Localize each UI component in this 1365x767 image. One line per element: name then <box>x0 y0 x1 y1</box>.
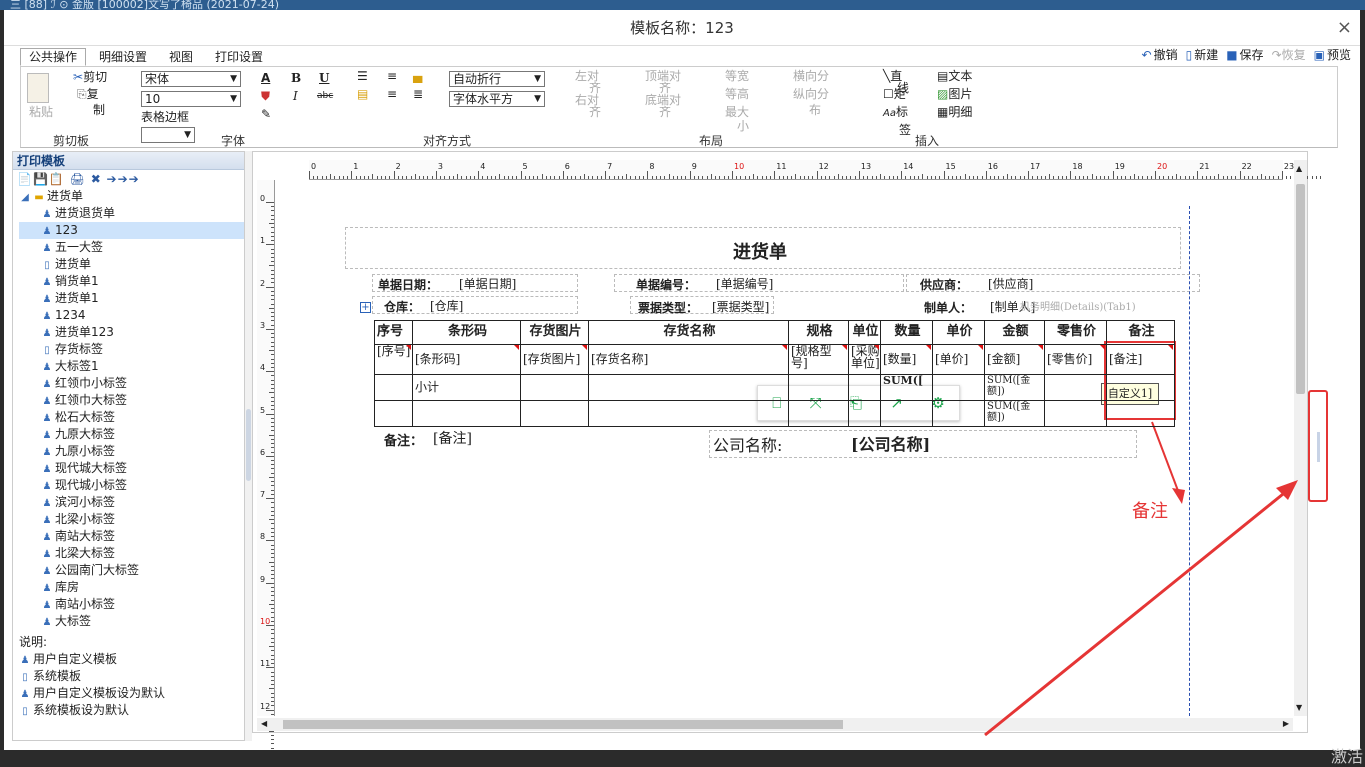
total-cell[interactable] <box>520 400 589 427</box>
table-header-cell-text: 存货图片 <box>529 324 582 339</box>
arrow-to-tab <box>984 488 1289 737</box>
table-header-cell[interactable]: 金额 <box>984 320 1045 345</box>
table-data-cell-text: [条形码] <box>415 352 461 366</box>
subtotal-cell-text: SUM([ <box>883 374 924 387</box>
subtotal-cell-text: 小计 <box>415 380 440 394</box>
subtotal-cell[interactable] <box>932 374 985 401</box>
table-data-cell-text: [备注] <box>1109 352 1143 366</box>
subtotal-cell[interactable] <box>1106 374 1175 401</box>
table-header-cell-text: 备注 <box>1128 324 1155 339</box>
subtotal-cell[interactable] <box>1044 374 1107 401</box>
field-marker <box>1168 345 1173 350</box>
arrow-to-label <box>1151 421 1181 497</box>
total-cell[interactable] <box>880 400 933 427</box>
table-header-cell[interactable]: 单位 <box>848 320 881 345</box>
table-header-cell[interactable]: 存货名称 <box>588 320 789 345</box>
field-marker <box>874 345 879 350</box>
table-data-cell[interactable]: [金额] <box>984 344 1045 375</box>
table-data-cell-text: [存货图片] <box>523 352 581 366</box>
subtotal-cell[interactable] <box>788 374 849 401</box>
table-header-cell-text: 单位 <box>852 324 879 339</box>
table-header-cell-text: 数量 <box>894 324 921 339</box>
arrowhead <box>1172 488 1185 504</box>
subtotal-cell[interactable] <box>374 374 413 401</box>
subtotal-cell[interactable]: SUM([金额]) <box>984 374 1045 401</box>
table-data-cell[interactable]: [备注] <box>1106 344 1175 375</box>
subtotal-cell[interactable]: 小计 <box>412 374 521 401</box>
table-data-cell[interactable]: [零售价] <box>1044 344 1107 375</box>
total-cell-text: SUM([金额]) <box>987 401 1031 423</box>
total-cell[interactable] <box>374 400 413 427</box>
right-side-collapse-tab[interactable] <box>1308 390 1328 502</box>
table-data-cell-text: [存货名称] <box>591 352 649 366</box>
table-header-cell-text: 零售价 <box>1056 324 1096 339</box>
field-marker <box>782 345 787 350</box>
field-marker <box>978 345 983 350</box>
table-data-cell[interactable]: [规格型号] <box>788 344 849 375</box>
field-marker <box>514 345 519 350</box>
total-cell[interactable] <box>1106 400 1175 427</box>
field-marker <box>582 345 587 350</box>
field-marker <box>406 345 411 350</box>
subtotal-cell[interactable]: SUM([ <box>880 374 933 401</box>
table-data-cell-text: [数量] <box>883 352 917 366</box>
field-marker <box>842 345 847 350</box>
table-data-cell[interactable]: [存货图片] <box>520 344 589 375</box>
table-header-cell[interactable]: 序号 <box>374 320 413 345</box>
table-data-cell-text: [零售价] <box>1047 352 1093 366</box>
total-cell[interactable] <box>412 400 521 427</box>
total-cell[interactable] <box>932 400 985 427</box>
subtotal-cell-text: SUM([金额]) <box>987 375 1031 397</box>
table-header-cell-text: 单价 <box>946 324 973 339</box>
table-data-cell[interactable]: [条形码] <box>412 344 521 375</box>
table-header-cell[interactable]: 备注 <box>1106 320 1175 345</box>
table-header-cell-text: 存货名称 <box>663 324 716 339</box>
table-data-cell-text: [单价] <box>935 352 969 366</box>
table-data-cell-text: [金额] <box>987 352 1021 366</box>
table-data-cell[interactable]: [存货名称] <box>588 344 789 375</box>
subtotal-cell[interactable] <box>848 374 881 401</box>
grip-icon <box>1317 432 1320 462</box>
field-marker <box>1100 345 1105 350</box>
table-header-cell[interactable]: 零售价 <box>1044 320 1107 345</box>
annotation-label: 备注 <box>1132 501 1168 522</box>
total-cell[interactable] <box>848 400 881 427</box>
subtotal-cell[interactable] <box>520 374 589 401</box>
subtotal-cell[interactable] <box>588 374 789 401</box>
table-header-cell[interactable]: 规格 <box>788 320 849 345</box>
field-marker <box>1038 345 1043 350</box>
total-cell[interactable]: SUM([金额]) <box>984 400 1045 427</box>
table-header-cell[interactable]: 条形码 <box>412 320 521 345</box>
total-cell[interactable] <box>588 400 789 427</box>
total-cell[interactable] <box>1044 400 1107 427</box>
table-header-cell-text: 条形码 <box>447 324 487 339</box>
table-header-cell[interactable]: 数量 <box>880 320 933 345</box>
table-header-cell[interactable]: 单价 <box>932 320 985 345</box>
table-header-cell-text: 金额 <box>1002 324 1029 339</box>
total-cell[interactable] <box>788 400 849 427</box>
field-marker <box>926 345 931 350</box>
table-header-cell[interactable]: 存货图片 <box>520 320 589 345</box>
table-header-cell-text: 规格 <box>806 324 833 339</box>
watermark-text: 激活 <box>1330 747 1363 766</box>
table-data-cell-text: [规格型号] <box>791 344 832 370</box>
table-header-cell-text: 序号 <box>377 324 404 339</box>
